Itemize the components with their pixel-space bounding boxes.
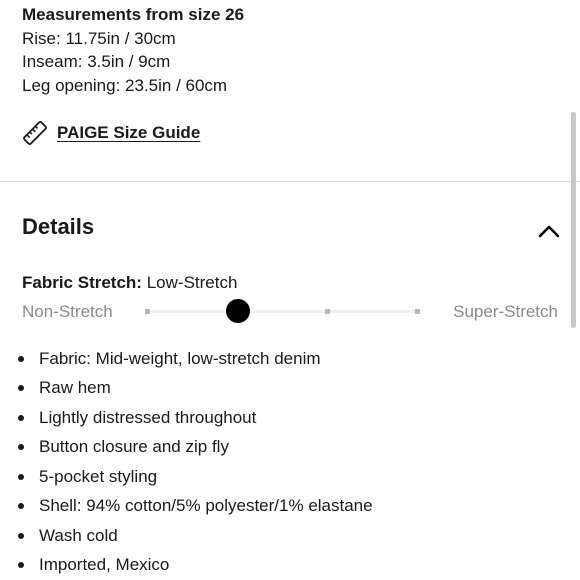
list-item: Fabric: Mid-weight, low-stretch denim	[18, 344, 373, 374]
section-divider	[0, 181, 580, 182]
measurement-leg-opening: Leg opening: 23.5in / 60cm	[22, 76, 228, 95]
list-item-text: 5-pocket styling	[39, 466, 158, 486]
list-item-text: Wash cold	[39, 525, 118, 545]
measurement-inseam: Inseam: 3.5in / 9cm	[22, 52, 171, 71]
list-item: Raw hem	[18, 374, 373, 404]
stretch-tick-1	[145, 309, 150, 314]
measurement-rise: Rise: 11.75in / 30cm	[22, 29, 176, 48]
stretch-scale-track	[148, 310, 418, 313]
stretch-min-label: Non-Stretch	[22, 302, 113, 321]
bullet-icon	[18, 562, 24, 569]
scrollbar[interactable]	[571, 112, 576, 328]
list-item-text: Lightly distressed throughout	[39, 407, 257, 427]
stretch-tick-3	[325, 309, 330, 314]
list-item-text: Fabric: Mid-weight, low-stretch denim	[39, 348, 321, 368]
details-heading: Details	[22, 214, 95, 239]
bullet-icon	[18, 532, 24, 539]
list-item: Lightly distressed throughout	[18, 403, 373, 433]
bullet-icon	[18, 385, 24, 392]
list-item: Wash cold	[18, 521, 373, 551]
stretch-level-indicator	[226, 299, 250, 323]
fabric-stretch-label: Fabric Stretch: Low-Stretch	[22, 273, 237, 293]
ruler-icon	[23, 121, 47, 145]
details-list: Fabric: Mid-weight, low-stretch denim Ra…	[18, 344, 373, 580]
bullet-icon	[18, 414, 24, 421]
size-guide-label[interactable]: PAIGE Size Guide	[57, 123, 200, 143]
list-item: Button closure and zip fly	[18, 433, 373, 463]
list-item-text: Imported, Mexico	[39, 555, 170, 575]
list-item-text: Raw hem	[39, 378, 111, 398]
list-item: 5-pocket styling	[18, 462, 373, 492]
chevron-up-icon[interactable]	[536, 218, 562, 244]
bullet-icon	[18, 355, 24, 362]
list-item-text: Shell: 94% cotton/5% polyester/1% elasta…	[39, 496, 373, 516]
bullet-icon	[18, 473, 24, 480]
list-item-text: Button closure and zip fly	[39, 437, 229, 457]
stretch-tick-4	[415, 309, 420, 314]
bullet-icon	[18, 444, 24, 451]
list-item: Shell: 94% cotton/5% polyester/1% elasta…	[18, 492, 373, 522]
measurements-title: Measurements from size 26	[22, 5, 245, 24]
fabric-stretch-key: Fabric Stretch:	[22, 273, 142, 292]
list-item: Imported, Mexico	[18, 551, 373, 580]
bullet-icon	[18, 503, 24, 510]
fabric-stretch-value: Low-Stretch	[146, 273, 238, 292]
stretch-max-label: Super-Stretch	[453, 302, 558, 321]
size-guide-link[interactable]: PAIGE Size Guide	[22, 120, 200, 146]
